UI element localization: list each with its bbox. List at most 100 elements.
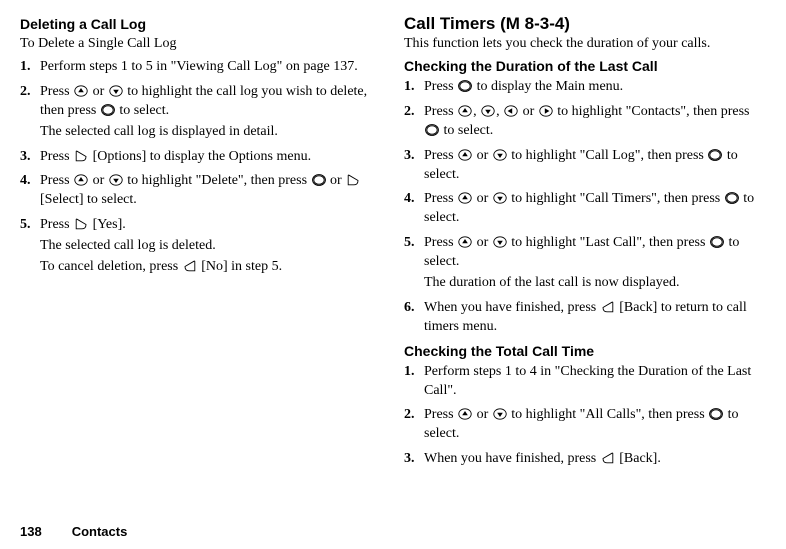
step-text: Press or to highlight "All Calls", then … — [424, 406, 766, 444]
up-key-icon — [458, 236, 472, 248]
step-text: Press or to highlight the call log you w… — [40, 83, 382, 121]
down-key-icon — [493, 149, 507, 161]
step-text: Perform steps 1 to 5 in "Viewing Call Lo… — [40, 58, 382, 77]
down-key-icon — [493, 408, 507, 420]
step-number: 5. — [404, 234, 424, 253]
right-heading-text: Call Timers — [404, 14, 495, 33]
step: 6.When you have finished, press [Back] t… — [404, 299, 766, 337]
left-steps: 1.Perform steps 1 to 5 in "Viewing Call … — [20, 58, 382, 277]
footer: 138 Contacts — [20, 524, 766, 549]
step-number: 1. — [404, 363, 424, 382]
page-number: 138 — [20, 524, 42, 539]
down-key-icon — [481, 105, 495, 117]
right-softkey-icon — [183, 260, 197, 272]
step-body: Press or to highlight "Call Timers", the… — [424, 190, 766, 228]
step-number: 2. — [20, 83, 40, 102]
step-number: 4. — [20, 172, 40, 191]
step-number: 5. — [20, 216, 40, 235]
right-softkey-icon — [601, 301, 615, 313]
step: 4.Press or to highlight "Call Timers", t… — [404, 190, 766, 228]
step-subtext: To cancel deletion, press [No] in step 5… — [40, 258, 382, 277]
step-body: Perform steps 1 to 5 in "Viewing Call Lo… — [40, 58, 382, 77]
left-key-icon — [504, 105, 518, 117]
left-heading: Deleting a Call Log — [20, 16, 382, 32]
left-column: Deleting a Call Log To Delete a Single C… — [20, 14, 382, 524]
step-body: When you have finished, press [Back] to … — [424, 299, 766, 337]
step: 3.Press or to highlight "Call Log", then… — [404, 147, 766, 185]
step: 5.Press [Yes]. The selected call log is d… — [20, 216, 382, 277]
step: 1.Perform steps 1 to 5 in "Viewing Call … — [20, 58, 382, 77]
step-text: Press [Yes]. — [40, 216, 382, 235]
center-key-icon — [101, 104, 115, 116]
step-text: Press or to highlight "Last Call", then … — [424, 234, 766, 272]
step-text: Press or to highlight "Call Timers", the… — [424, 190, 766, 228]
up-key-icon — [458, 192, 472, 204]
step-text: Press or to highlight "Call Log", then p… — [424, 147, 766, 185]
center-key-icon — [425, 124, 439, 136]
right-key-icon — [539, 105, 553, 117]
center-key-icon — [709, 408, 723, 420]
step: 3.Press [Options] to display the Options… — [20, 148, 382, 167]
right-heading: Call Timers (M 8-3-4) — [404, 14, 766, 34]
left-softkey-icon — [346, 174, 360, 186]
step-number: 1. — [20, 58, 40, 77]
step-text: Press [Options] to display the Options m… — [40, 148, 382, 167]
right-column: Call Timers (M 8-3-4) This function lets… — [404, 14, 766, 524]
step-text: Press , , or to highlight "Contacts", th… — [424, 103, 766, 141]
up-key-icon — [74, 85, 88, 97]
step-text: When you have finished, press [Back]. — [424, 450, 766, 469]
up-key-icon — [458, 149, 472, 161]
step-number: 4. — [404, 190, 424, 209]
center-key-icon — [725, 192, 739, 204]
m-code: (M 8-3-4) — [500, 14, 570, 33]
right-softkey-icon — [601, 452, 615, 464]
step-text: Press or to highlight "Delete", then pre… — [40, 172, 382, 210]
step: 2.Press or to highlight "All Calls", the… — [404, 406, 766, 444]
block1-steps: 1.Press to display the Main menu.2.Press… — [404, 78, 766, 337]
step-number: 6. — [404, 299, 424, 318]
footer-title: Contacts — [72, 524, 128, 539]
up-key-icon — [458, 105, 472, 117]
center-key-icon — [708, 149, 722, 161]
step: 1.Press to display the Main menu. — [404, 78, 766, 97]
step-number: 2. — [404, 406, 424, 425]
step: 5.Press or to highlight "Last Call", the… — [404, 234, 766, 293]
step-body: Press or to highlight the call log you w… — [40, 83, 382, 142]
center-key-icon — [312, 174, 326, 186]
step-subtext: The selected call log is deleted. — [40, 237, 382, 256]
step-number: 2. — [404, 103, 424, 122]
step-body: Press or to highlight "Call Log", then p… — [424, 147, 766, 185]
step: 2.Press , , or to highlight "Contacts", … — [404, 103, 766, 141]
block1-heading: Checking the Duration of the Last Call — [404, 58, 766, 74]
step: 1.Perform steps 1 to 4 in "Checking the … — [404, 363, 766, 401]
center-key-icon — [710, 236, 724, 248]
block2-steps: 1.Perform steps 1 to 4 in "Checking the … — [404, 363, 766, 469]
down-key-icon — [109, 85, 123, 97]
step-number: 3. — [20, 148, 40, 167]
step-body: Press , , or to highlight "Contacts", th… — [424, 103, 766, 141]
step-number: 1. — [404, 78, 424, 97]
step-body: Perform steps 1 to 4 in "Checking the Du… — [424, 363, 766, 401]
step-body: Press or to highlight "Last Call", then … — [424, 234, 766, 293]
down-key-icon — [493, 192, 507, 204]
block2-heading: Checking the Total Call Time — [404, 343, 766, 359]
left-subheading: To Delete a Single Call Log — [20, 36, 382, 52]
step-text: Perform steps 1 to 4 in "Checking the Du… — [424, 363, 766, 401]
step-body: Press or to highlight "Delete", then pre… — [40, 172, 382, 210]
step-body: Press [Options] to display the Options m… — [40, 148, 382, 167]
step-subtext: The duration of the last call is now dis… — [424, 274, 766, 293]
up-key-icon — [74, 174, 88, 186]
up-key-icon — [458, 408, 472, 420]
step: 4.Press or to highlight "Delete", then p… — [20, 172, 382, 210]
step-number: 3. — [404, 147, 424, 166]
step-number: 3. — [404, 450, 424, 469]
step: 3.When you have finished, press [Back]. — [404, 450, 766, 469]
step-text: Press to display the Main menu. — [424, 78, 766, 97]
down-key-icon — [109, 174, 123, 186]
left-softkey-icon — [74, 150, 88, 162]
step-body: Press [Yes]. The selected call log is del… — [40, 216, 382, 277]
left-softkey-icon — [74, 218, 88, 230]
down-key-icon — [493, 236, 507, 248]
step: 2.Press or to highlight the call log you… — [20, 83, 382, 142]
step-body: Press or to highlight "All Calls", then … — [424, 406, 766, 444]
